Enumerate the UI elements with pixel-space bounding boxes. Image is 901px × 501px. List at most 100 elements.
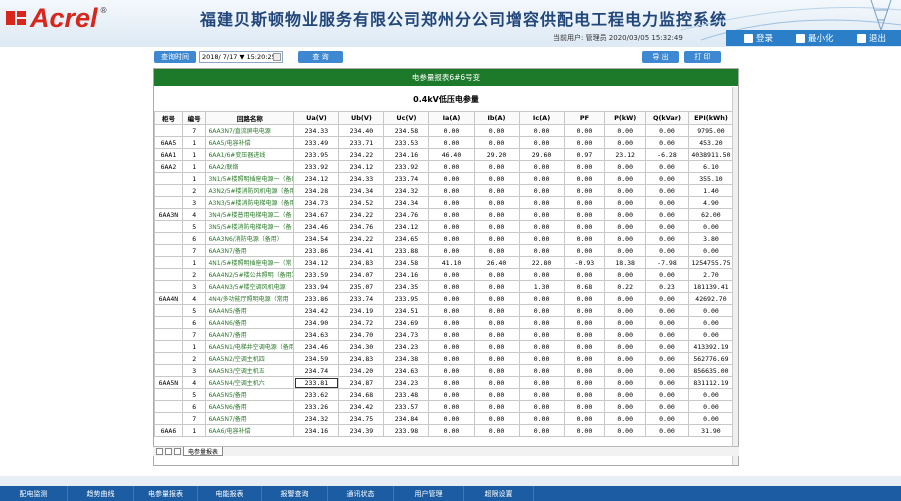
sheet-next-icon[interactable] (174, 448, 181, 455)
cell-pf[interactable]: 0.00 (563, 340, 606, 353)
cell-ub[interactable]: 234.70 (338, 328, 385, 341)
cell-epi[interactable]: 0.00 (687, 388, 735, 401)
cell-ua[interactable]: 233.26 (293, 400, 340, 413)
cell-ib[interactable]: 0.00 (473, 244, 520, 257)
cell-ib[interactable]: 0.00 (473, 232, 520, 245)
spinner-icon[interactable] (273, 53, 281, 61)
cell-name[interactable]: 6AA3N7/直流屏电电源 (205, 124, 295, 137)
cell-p[interactable]: 0.00 (604, 388, 647, 401)
cell-p[interactable]: 0.00 (604, 136, 647, 149)
cell-pf[interactable]: 0.00 (563, 352, 606, 365)
cell-pf[interactable]: 0.00 (563, 376, 606, 389)
cell-pf[interactable]: 0.00 (563, 292, 606, 305)
minimize-button[interactable]: 最小化 (796, 31, 834, 45)
cell-cab[interactable]: 6AA5N (154, 376, 183, 389)
cell-p[interactable]: 0.00 (604, 376, 647, 389)
cell-name[interactable]: 4N4/多功能厅照明电源（常用 (205, 292, 295, 305)
cell-ua[interactable]: 234.73 (293, 196, 340, 209)
export-button[interactable]: 导 出 (642, 51, 679, 63)
cell-ia[interactable]: 46.40 (428, 148, 475, 161)
sheet-tab[interactable]: 电参量报表 (183, 447, 224, 456)
cell-ub[interactable]: 234.41 (338, 244, 385, 257)
cell-ua[interactable]: 234.63 (293, 328, 340, 341)
cell-pf[interactable]: 0.00 (563, 328, 606, 341)
cell-ua[interactable]: 233.92 (293, 160, 340, 173)
cell-ia[interactable]: 0.00 (428, 328, 475, 341)
cell-ia[interactable]: 0.00 (428, 196, 475, 209)
cell-cab[interactable] (154, 352, 183, 365)
cell-q[interactable]: 0.00 (645, 376, 689, 389)
cell-ib[interactable]: 0.00 (473, 136, 520, 149)
cell-no[interactable]: 5 (181, 220, 207, 233)
cell-p[interactable]: 0.00 (604, 196, 647, 209)
cell-pf[interactable]: 0.00 (563, 400, 606, 413)
cell-uc[interactable]: 234.69 (383, 316, 430, 329)
sheet-prev-icon[interactable] (165, 448, 172, 455)
cell-ib[interactable]: 0.00 (473, 172, 520, 185)
cell-ia[interactable]: 0.00 (428, 388, 475, 401)
cell-cab[interactable] (154, 256, 183, 269)
cell-ib[interactable]: 0.00 (473, 400, 520, 413)
nav-item[interactable]: 电参量报表 (134, 486, 198, 501)
cell-epi[interactable]: 6.10 (687, 160, 735, 173)
nav-item[interactable]: 配电监测 (0, 486, 68, 501)
cell-cab[interactable] (154, 196, 183, 209)
cell-epi[interactable]: 31.90 (687, 424, 735, 437)
cell-ub[interactable]: 233.71 (338, 136, 385, 149)
cell-q[interactable]: 0.00 (645, 172, 689, 185)
cell-ib[interactable]: 0.00 (473, 292, 520, 305)
cell-ia[interactable]: 0.00 (428, 352, 475, 365)
cell-epi[interactable]: 453.20 (687, 136, 735, 149)
cell-p[interactable]: 0.00 (604, 124, 647, 137)
cell-q[interactable]: 0.00 (645, 352, 689, 365)
cell-p[interactable]: 0.00 (604, 268, 647, 281)
cell-ic[interactable]: 0.00 (518, 328, 565, 341)
cell-ic[interactable]: 0.00 (518, 268, 565, 281)
cell-epi[interactable]: 0.00 (687, 328, 735, 341)
cell-q[interactable]: 0.00 (645, 160, 689, 173)
cell-no[interactable]: 5 (181, 388, 207, 401)
cell-name[interactable]: 6AA5/电容补偿 (205, 136, 295, 149)
cell-ia[interactable]: 0.00 (428, 280, 475, 293)
cell-no[interactable]: 2 (181, 352, 207, 365)
cell-no[interactable]: 3 (181, 196, 207, 209)
cell-epi[interactable]: 2.70 (687, 268, 735, 281)
cell-pf[interactable]: 0.00 (563, 172, 606, 185)
cell-ic[interactable]: 0.00 (518, 160, 565, 173)
cell-p[interactable]: 0.00 (604, 424, 647, 437)
cell-cab[interactable]: 6AA4N (154, 292, 183, 305)
cell-ub[interactable]: 234.76 (338, 220, 385, 233)
cell-ib[interactable]: 0.00 (473, 352, 520, 365)
cell-ib[interactable]: 0.00 (473, 184, 520, 197)
cell-ic[interactable]: 0.00 (518, 232, 565, 245)
cell-ub[interactable]: 234.22 (338, 232, 385, 245)
cell-ic[interactable]: 0.00 (518, 304, 565, 317)
print-button[interactable]: 打 印 (684, 51, 721, 63)
cell-epi[interactable]: 0.00 (687, 316, 735, 329)
cell-uc[interactable]: 233.48 (383, 388, 430, 401)
cell-no[interactable]: 4 (181, 292, 207, 305)
cell-name[interactable]: 6AA5N6/备用 (205, 400, 295, 413)
cell-ib[interactable]: 0.00 (473, 412, 520, 425)
cell-cab[interactable] (154, 232, 183, 245)
cell-ia[interactable]: 0.00 (428, 232, 475, 245)
cell-uc[interactable]: 233.98 (383, 424, 430, 437)
cell-q[interactable]: 0.00 (645, 412, 689, 425)
cell-ua[interactable]: 234.90 (293, 316, 340, 329)
cell-uc[interactable]: 233.92 (383, 160, 430, 173)
cell-ub[interactable]: 234.30 (338, 340, 385, 353)
cell-p[interactable]: 0.00 (604, 244, 647, 257)
cell-cab[interactable]: 6AA3N (154, 208, 183, 221)
cell-no[interactable]: 1 (181, 136, 207, 149)
cell-ic[interactable]: 0.00 (518, 424, 565, 437)
cell-ub[interactable]: 234.68 (338, 388, 385, 401)
cell-ic[interactable]: 0.00 (518, 376, 565, 389)
cell-ia[interactable]: 0.00 (428, 172, 475, 185)
cell-p[interactable]: 0.00 (604, 232, 647, 245)
cell-ic[interactable]: 0.00 (518, 184, 565, 197)
cell-ib[interactable]: 0.00 (473, 364, 520, 377)
cell-ua[interactable]: 234.12 (293, 256, 340, 269)
cell-p[interactable]: 0.00 (604, 172, 647, 185)
cell-cab[interactable] (154, 316, 183, 329)
cell-q[interactable]: 0.00 (645, 124, 689, 137)
